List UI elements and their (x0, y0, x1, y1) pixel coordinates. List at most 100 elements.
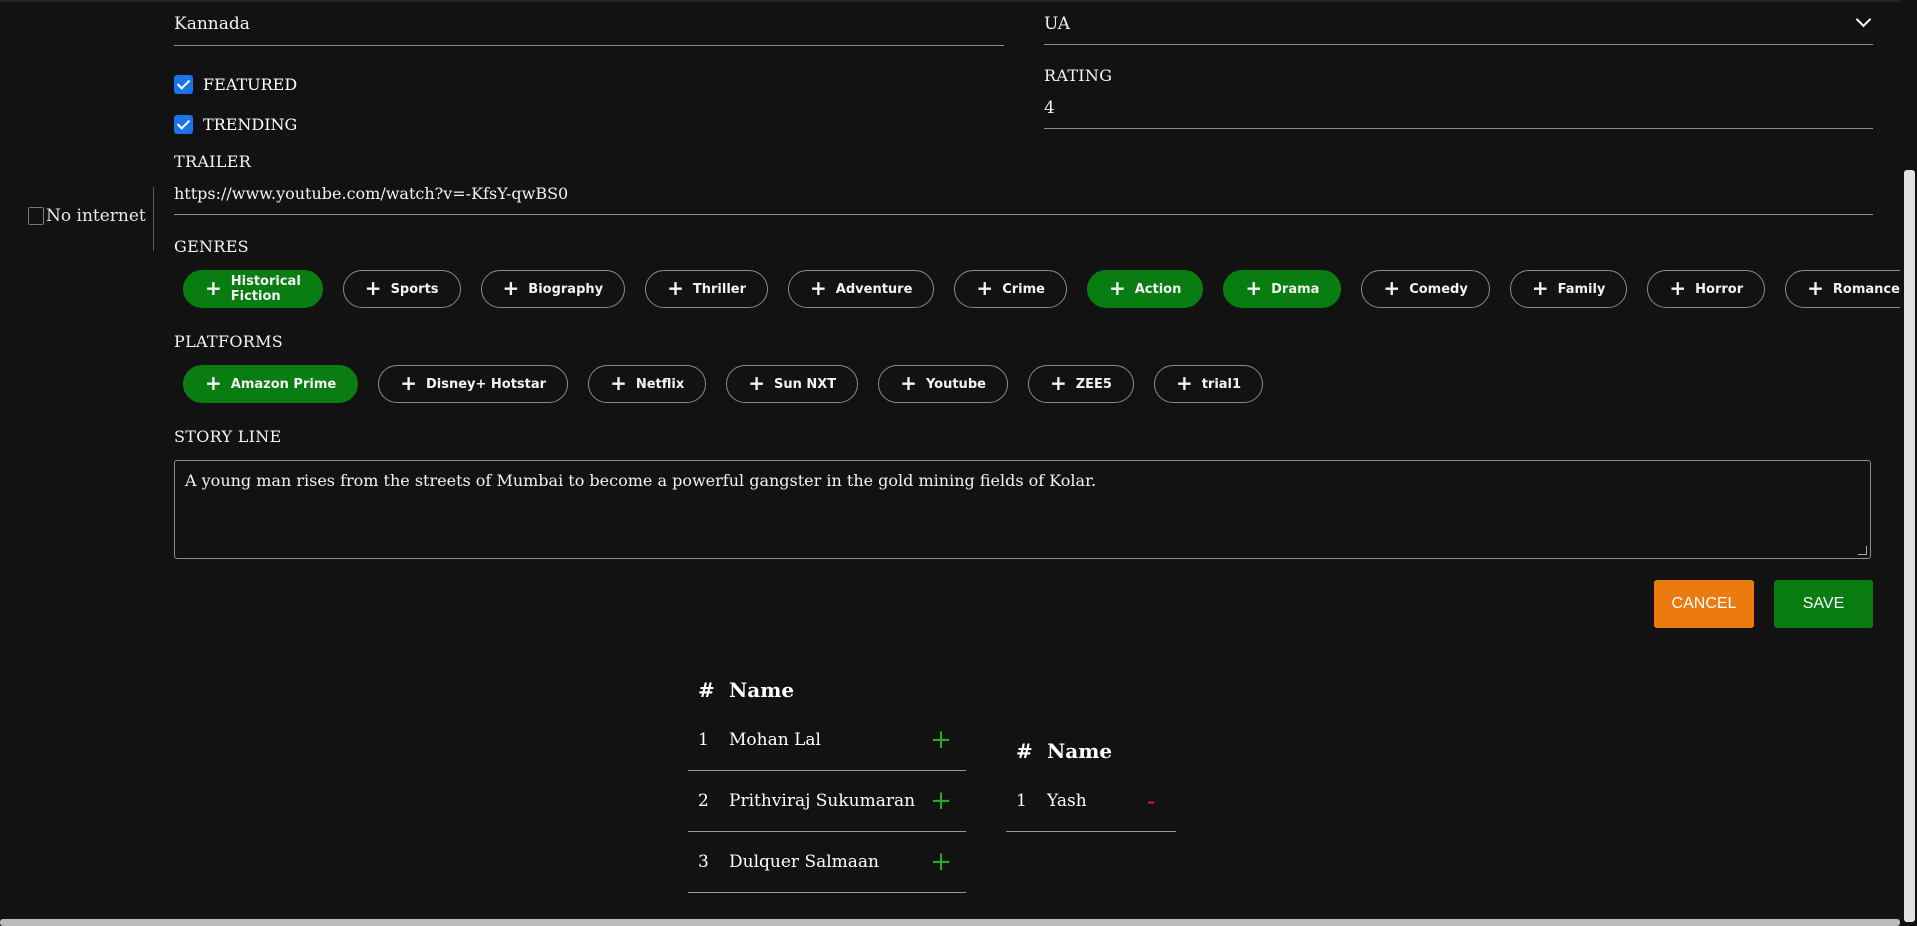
genre-chip-label: Horror (1695, 281, 1744, 297)
genre-chip-biography[interactable]: + Biography (480, 270, 626, 308)
featured-checkbox[interactable] (174, 75, 193, 94)
genre-chip-label: Adventure (835, 281, 913, 297)
rating-label: RATING (1044, 66, 1113, 85)
remove-cast-minus-icon[interactable]: - (1126, 787, 1176, 815)
platform-chip-label: Sun NXT (774, 376, 837, 392)
platforms-chip-group: + Amazon Prime + Disney+ Hotstar + Netflix … (183, 365, 1264, 403)
genre-chip-label: Comedy (1409, 281, 1468, 297)
table-header: # Name (688, 670, 966, 710)
vertical-scrollbar-thumb[interactable] (1904, 170, 1915, 922)
storyline-value: A young man rises from the streets of Mu… (185, 471, 1097, 490)
featured-label: FEATURED (203, 75, 298, 94)
platform-chip-disney-hotstar[interactable]: + Disney+ Hotstar (378, 365, 569, 403)
genre-chip-action[interactable]: + Action (1086, 270, 1204, 308)
table-header: # Name (1006, 731, 1176, 771)
trailer-input[interactable]: https://www.youtube.com/watch?v=-KfsY-qw… (174, 182, 1873, 215)
plus-icon: + (1108, 276, 1126, 300)
platform-chip-label: Amazon Prime (230, 376, 337, 392)
genre-chip-label: Historical Fiction (230, 274, 301, 304)
genre-chip-label: Drama (1271, 281, 1320, 297)
trending-checkbox[interactable] (174, 115, 193, 134)
window-top-border (0, 0, 1917, 2)
genre-chip-historical-fiction[interactable]: + Historical Fiction (183, 270, 323, 308)
plus-icon: + (610, 371, 627, 395)
plus-icon: + (1383, 276, 1401, 300)
row-num: 3 (698, 852, 709, 872)
storyline-textarea[interactable]: A young man rises from the streets of Mu… (174, 460, 1871, 559)
poster-image: No internet (28, 206, 146, 226)
plus-icon: + (748, 371, 765, 395)
cancel-button[interactable]: CANCEL (1654, 580, 1754, 628)
poster-alt-text: No internet (46, 206, 146, 226)
genre-chip-crime[interactable]: + Crime (954, 270, 1067, 308)
platform-chip-trial1[interactable]: + trial1 (1153, 365, 1264, 403)
storyline-label: STORY LINE (174, 427, 282, 446)
row-name: Dulquer Salmaan (729, 852, 879, 872)
header-num: # (698, 678, 715, 702)
save-button[interactable]: SAVE (1774, 580, 1873, 628)
row-num: 1 (1016, 791, 1027, 811)
genre-chip-label: Biography (528, 281, 604, 297)
add-cast-plus-icon[interactable]: + (916, 847, 966, 877)
header-name: Name (729, 678, 795, 702)
platform-chip-sun-nxt[interactable]: + Sun NXT (726, 365, 859, 403)
genre-chip-horror[interactable]: + Horror (1647, 270, 1766, 308)
language-value: Kannada (174, 14, 250, 34)
genre-chip-thriller[interactable]: + Thriller (645, 270, 769, 308)
row-num: 2 (698, 791, 709, 811)
genre-chip-drama[interactable]: + Drama (1223, 270, 1342, 308)
platform-chip-label: trial1 (1201, 376, 1242, 392)
platform-chip-zee5[interactable]: + ZEE5 (1027, 365, 1134, 403)
genres-chip-group: + Historical Fiction + Sports + Biography +… (183, 270, 1917, 308)
platform-chip-label: Netflix (635, 376, 685, 392)
trailer-value: https://www.youtube.com/watch?v=-KfsY-qw… (174, 184, 569, 203)
horizontal-scrollbar[interactable] (0, 919, 1900, 926)
genre-chip-romance[interactable]: + Romance (1785, 270, 1917, 308)
platform-chip-label: ZEE5 (1075, 376, 1112, 392)
plus-icon: + (1175, 371, 1193, 395)
rating-input[interactable]: 4 (1044, 96, 1873, 129)
header-num: # (1016, 739, 1033, 763)
genre-chip-family[interactable]: + Family (1509, 270, 1628, 308)
plus-icon: + (205, 371, 222, 395)
plus-icon: + (667, 276, 684, 300)
platform-chip-youtube[interactable]: + Youtube (878, 365, 1008, 403)
plus-icon: + (1049, 371, 1067, 395)
platform-chip-amazon-prime[interactable]: + Amazon Prime (183, 365, 359, 403)
selected-cast-table: # Name 1 Yash - (1006, 731, 1176, 832)
genre-chip-sports[interactable]: + Sports (342, 270, 461, 308)
plus-icon: + (364, 276, 382, 300)
chevron-down-icon[interactable] (1855, 11, 1872, 28)
platforms-label: PLATFORMS (174, 332, 284, 351)
table-row: 3 Dulquer Salmaan + (688, 832, 966, 893)
plus-icon: + (400, 371, 417, 395)
genre-chip-label: Crime (1002, 281, 1045, 297)
genre-chip-label: Action (1134, 281, 1182, 297)
plus-icon: + (205, 276, 222, 300)
plus-icon: + (502, 276, 520, 300)
language-field[interactable]: Kannada (174, 10, 1004, 46)
available-cast-table: # Name 1 Mohan Lal + 2 Prithviraj Sukuma… (688, 670, 966, 893)
table-row: 2 Prithviraj Sukumaran + (688, 771, 966, 832)
add-cast-plus-icon[interactable]: + (916, 786, 966, 816)
featured-checkbox-row[interactable]: FEATURED (174, 75, 297, 94)
certificate-value: UA (1044, 14, 1071, 34)
genre-chip-comedy[interactable]: + Comedy (1361, 270, 1490, 308)
plus-icon: + (1669, 276, 1687, 300)
genre-chip-label: Romance (1832, 281, 1900, 297)
genre-chip-adventure[interactable]: + Adventure (788, 270, 935, 308)
trending-label: TRENDING (203, 115, 298, 134)
certificate-select[interactable]: UA (1044, 10, 1873, 45)
trending-checkbox-row[interactable]: TRENDING (174, 115, 297, 134)
row-name: Yash (1047, 791, 1087, 811)
plus-icon: + (900, 371, 917, 395)
resize-handle-icon[interactable] (1858, 546, 1867, 555)
genres-label: GENRES (174, 237, 249, 256)
poster-divider (153, 187, 154, 251)
table-row: 1 Yash - (1006, 771, 1176, 832)
platform-chip-label: Youtube (925, 376, 986, 392)
header-name: Name (1047, 739, 1113, 763)
add-cast-plus-icon[interactable]: + (916, 725, 966, 755)
genre-chip-label: Sports (390, 281, 439, 297)
platform-chip-netflix[interactable]: + Netflix (588, 365, 707, 403)
